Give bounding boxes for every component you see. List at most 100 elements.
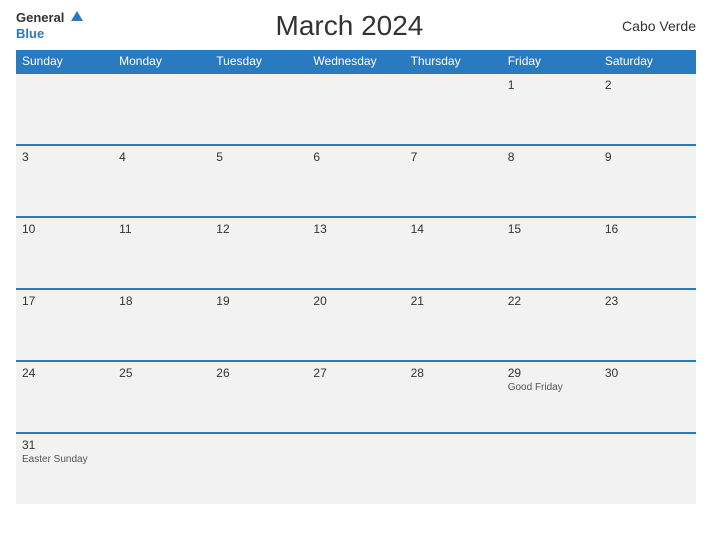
day-number: 31 (22, 438, 107, 452)
day-headers: Sunday Monday Tuesday Wednesday Thursday… (16, 50, 696, 72)
calendar-weeks: 1 2 3 4 5 6 7 8 (16, 72, 696, 504)
day-cell-7: 7 (405, 146, 502, 216)
day-cell-26: 26 (210, 362, 307, 432)
day-number: 20 (313, 294, 398, 308)
day-cell-14: 14 (405, 218, 502, 288)
day-header-friday: Friday (502, 50, 599, 72)
logo-blue-text: Blue (16, 26, 44, 41)
day-number: 22 (508, 294, 593, 308)
day-cell-27: 27 (307, 362, 404, 432)
day-cell-1: 1 (502, 74, 599, 144)
day-cell-empty (113, 74, 210, 144)
day-header-wednesday: Wednesday (307, 50, 404, 72)
day-header-sunday: Sunday (16, 50, 113, 72)
day-cell-13: 13 (307, 218, 404, 288)
logo-general-text: General (16, 10, 64, 25)
event-good-friday: Good Friday (508, 382, 593, 393)
day-number: 21 (411, 294, 496, 308)
day-cell-empty (599, 434, 696, 504)
day-number: 6 (313, 150, 398, 164)
day-number: 28 (411, 366, 496, 380)
day-number: 17 (22, 294, 107, 308)
day-cell-empty (307, 434, 404, 504)
day-number: 7 (411, 150, 496, 164)
day-cell-19: 19 (210, 290, 307, 360)
day-number: 18 (119, 294, 204, 308)
day-number: 12 (216, 222, 301, 236)
day-number: 23 (605, 294, 690, 308)
logo-triangle-icon (71, 11, 83, 21)
day-cell-17: 17 (16, 290, 113, 360)
day-number: 8 (508, 150, 593, 164)
day-number: 29 (508, 366, 593, 380)
week-row-3: 10 11 12 13 14 15 16 (16, 216, 696, 288)
day-cell-31: 31 Easter Sunday (16, 434, 113, 504)
day-number: 19 (216, 294, 301, 308)
day-cell-8: 8 (502, 146, 599, 216)
day-cell-4: 4 (113, 146, 210, 216)
day-cell-10: 10 (16, 218, 113, 288)
day-number: 4 (119, 150, 204, 164)
logo: General Blue (16, 10, 83, 42)
day-number: 14 (411, 222, 496, 236)
day-cell-18: 18 (113, 290, 210, 360)
day-cell-empty (502, 434, 599, 504)
logo-bottom: Blue (16, 26, 44, 42)
day-cell-11: 11 (113, 218, 210, 288)
day-number: 25 (119, 366, 204, 380)
day-cell-6: 6 (307, 146, 404, 216)
day-cell-5: 5 (210, 146, 307, 216)
calendar-header: General Blue March 2024 Cabo Verde (16, 10, 696, 42)
day-cell-20: 20 (307, 290, 404, 360)
day-cell-12: 12 (210, 218, 307, 288)
day-cell-empty (210, 434, 307, 504)
day-cell-25: 25 (113, 362, 210, 432)
day-cell-empty (210, 74, 307, 144)
day-number: 30 (605, 366, 690, 380)
day-number: 27 (313, 366, 398, 380)
week-row-6: 31 Easter Sunday (16, 432, 696, 504)
day-number: 24 (22, 366, 107, 380)
day-cell-empty (405, 74, 502, 144)
day-cell-24: 24 (16, 362, 113, 432)
day-cell-empty (16, 74, 113, 144)
day-cell-9: 9 (599, 146, 696, 216)
day-cell-2: 2 (599, 74, 696, 144)
day-cell-16: 16 (599, 218, 696, 288)
day-cell-23: 23 (599, 290, 696, 360)
day-number: 9 (605, 150, 690, 164)
day-number: 10 (22, 222, 107, 236)
calendar-container: General Blue March 2024 Cabo Verde Sunda… (0, 0, 712, 550)
day-number: 3 (22, 150, 107, 164)
day-number: 26 (216, 366, 301, 380)
day-header-thursday: Thursday (405, 50, 502, 72)
week-row-2: 3 4 5 6 7 8 9 (16, 144, 696, 216)
day-cell-empty (113, 434, 210, 504)
week-row-4: 17 18 19 20 21 22 23 (16, 288, 696, 360)
day-cell-29: 29 Good Friday (502, 362, 599, 432)
day-cell-22: 22 (502, 290, 599, 360)
logo-top: General (16, 10, 83, 26)
day-header-saturday: Saturday (599, 50, 696, 72)
day-number: 11 (119, 222, 204, 236)
month-title: March 2024 (83, 10, 616, 42)
day-number: 5 (216, 150, 301, 164)
day-number: 2 (605, 78, 690, 92)
week-row-1: 1 2 (16, 72, 696, 144)
week-row-5: 24 25 26 27 28 29 Good Friday 30 (16, 360, 696, 432)
day-cell-21: 21 (405, 290, 502, 360)
day-number: 13 (313, 222, 398, 236)
day-cell-3: 3 (16, 146, 113, 216)
day-number: 16 (605, 222, 690, 236)
day-header-monday: Monday (113, 50, 210, 72)
country-name: Cabo Verde (616, 18, 696, 34)
event-easter-sunday: Easter Sunday (22, 454, 107, 465)
day-cell-empty (307, 74, 404, 144)
day-cell-28: 28 (405, 362, 502, 432)
day-number: 1 (508, 78, 593, 92)
day-number: 15 (508, 222, 593, 236)
day-header-tuesday: Tuesday (210, 50, 307, 72)
day-cell-empty (405, 434, 502, 504)
day-cell-30: 30 (599, 362, 696, 432)
day-cell-15: 15 (502, 218, 599, 288)
